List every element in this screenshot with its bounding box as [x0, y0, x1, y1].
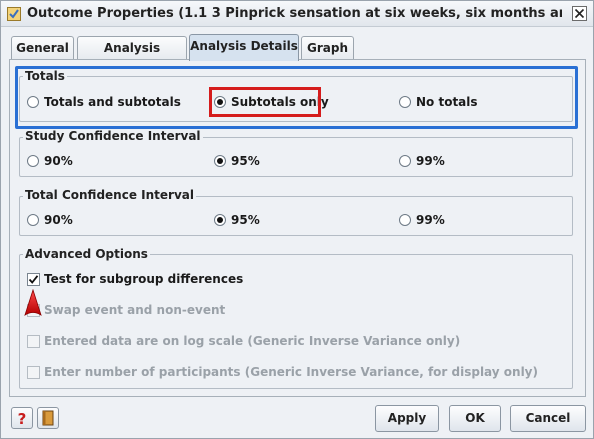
window-title: Outcome Properties (1.1 3 Pinprick sensa… [27, 6, 562, 21]
tab-graph[interactable]: Graph [301, 36, 354, 60]
study-ci-group [19, 137, 573, 177]
app-icon [7, 7, 21, 21]
checkbox-label: Entered data are on log scale (Generic I… [44, 334, 461, 348]
book-button[interactable] [37, 407, 59, 429]
radio-label: 95% [231, 154, 260, 168]
radio-label: 99% [416, 154, 445, 168]
svg-text:?: ? [18, 410, 27, 428]
radio-label: 90% [44, 213, 73, 227]
help-button[interactable]: ? [11, 407, 33, 429]
radio-indicator [214, 155, 226, 167]
book-icon [42, 410, 54, 426]
ok-button[interactable]: OK [449, 405, 501, 432]
close-icon [574, 8, 585, 19]
checkbox-indicator [27, 335, 40, 348]
advanced-options-group-title: Advanced Options [23, 247, 150, 261]
radio-indicator [214, 214, 226, 226]
tab-analysis-details[interactable]: Analysis Details [189, 34, 299, 61]
radio-indicator [27, 214, 39, 226]
radio-label: 99% [416, 213, 445, 227]
radio-label: 95% [231, 213, 260, 227]
title-bar[interactable]: Outcome Properties (1.1 3 Pinprick sensa… [1, 1, 593, 27]
cancel-button[interactable]: Cancel [510, 405, 586, 432]
checkbox-label: Swap event and non-event [44, 303, 226, 317]
help-icon: ? [18, 410, 27, 428]
checkbox-label: Enter number of participants (Generic In… [44, 365, 538, 379]
checkbox-indicator [27, 273, 40, 286]
total-ci-group [19, 196, 573, 236]
radio-indicator [399, 214, 411, 226]
close-button[interactable] [572, 6, 587, 21]
radio-label: 90% [44, 154, 73, 168]
tab-general[interactable]: General [11, 36, 74, 60]
checkbox-label: Test for subgroup differences [44, 272, 244, 286]
study-ci-group-title: Study Confidence Interval [23, 129, 203, 143]
subtotals-highlight-frame [209, 87, 321, 117]
apply-button[interactable]: Apply [375, 405, 439, 432]
radio-indicator [27, 155, 39, 167]
total-ci-group-title: Total Confidence Interval [23, 188, 196, 202]
outcome-properties-dialog: Outcome Properties (1.1 3 Pinprick sensa… [0, 0, 594, 439]
radio-indicator [399, 155, 411, 167]
tab-analysis-method[interactable]: Analysis Method [77, 36, 187, 77]
checkmark-icon [28, 275, 39, 284]
up-arrow-icon [23, 288, 43, 319]
checkbox-indicator [27, 366, 40, 379]
